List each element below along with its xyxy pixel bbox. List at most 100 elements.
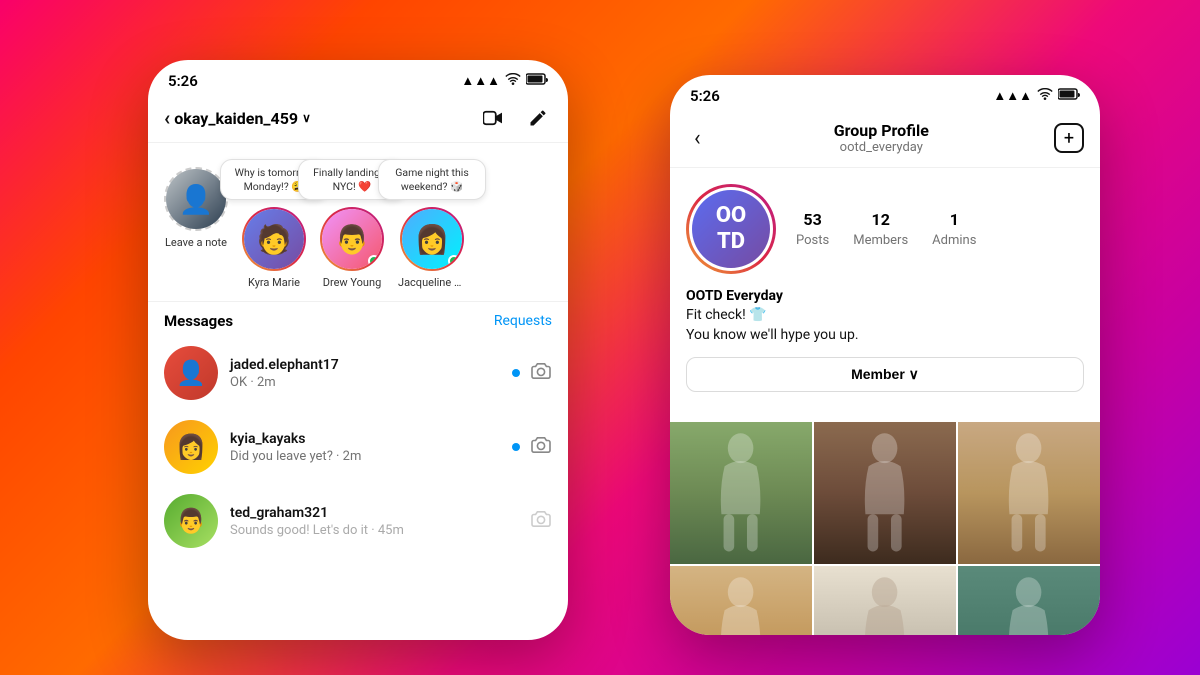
requests-link[interactable]: Requests	[494, 313, 552, 329]
bio-line1: Fit check! 👕	[686, 306, 1084, 326]
message-actions-kyia	[512, 435, 552, 459]
unread-dot-kyia	[512, 443, 520, 451]
online-indicator-drew	[368, 255, 380, 267]
signal-icon: ▲▲▲	[461, 73, 500, 89]
kyra-avatar: 🧑	[242, 207, 306, 271]
member-button[interactable]: Member ∨	[686, 357, 1084, 392]
group-avatar: OOTD	[689, 187, 773, 271]
photo-inner-2	[814, 422, 956, 564]
group-profile-header: ‹ Group Profile ootd_everyday +	[670, 111, 1100, 168]
photo-cell-2[interactable]	[814, 422, 956, 564]
message-content-kyia: kyia_kayaks Did you leave yet? · 2m	[230, 431, 500, 464]
status-icons-right: ▲▲▲	[993, 88, 1080, 104]
messages-title: Messages	[164, 312, 233, 330]
header-username-area[interactable]: ‹ okay_kaiden_459 ∨	[164, 106, 311, 130]
stat-members: 12 Members	[853, 210, 908, 248]
video-call-button[interactable]	[480, 104, 508, 132]
avatar-jaded: 👤	[164, 346, 218, 400]
chat-header: ‹ okay_kaiden_459 ∨	[148, 96, 568, 143]
messages-section: Messages Requests 👤 jaded.elephant17 OK …	[148, 302, 568, 558]
photo-cell-6[interactable]	[958, 566, 1100, 635]
status-bar-right: 5:26 ▲▲▲	[670, 75, 1100, 111]
bio-line2: You know we'll hype you up.	[686, 326, 1084, 346]
drew-avatar: 👨	[320, 207, 384, 271]
group-title-block: Group Profile ootd_everyday	[834, 121, 929, 155]
photo-cell-3[interactable]	[958, 422, 1100, 564]
message-item-kyia[interactable]: 👩 kyia_kayaks Did you leave yet? · 2m	[148, 410, 568, 484]
wifi-icon-right	[1037, 88, 1053, 104]
group-avatar-wrapper: OOTD	[686, 184, 776, 274]
photo-inner-6	[958, 566, 1100, 635]
group-display-name: OOTD Everyday	[686, 288, 1084, 304]
messages-header: Messages Requests	[148, 302, 568, 336]
photo-cell-4[interactable]	[670, 566, 812, 635]
status-bar-left: 5:26 ▲▲▲	[148, 60, 568, 96]
story-label-kyra: Kyra Marie	[248, 276, 300, 289]
wifi-icon	[505, 73, 521, 89]
photo-cell-5[interactable]	[814, 566, 956, 635]
story-label-jacqueline: Jacqueline Lam	[398, 276, 466, 289]
online-indicator-jacqueline	[448, 255, 460, 267]
photo-grid	[670, 422, 1100, 635]
status-icons-left: ▲▲▲	[461, 73, 548, 89]
note-jacqueline: Game night this weekend? 🎲	[378, 159, 486, 200]
time-left: 5:26	[168, 72, 198, 90]
back-button-group[interactable]: ‹	[686, 122, 709, 155]
group-profile-body: OOTD 53 Posts 12 Members 1 Admins	[670, 168, 1100, 422]
group-stats: 53 Posts 12 Members 1 Admins	[796, 210, 976, 248]
stories-row: 👤 Leave a note Why is tomorrow Monday!? …	[148, 143, 568, 302]
message-actions-ted	[530, 509, 552, 533]
photo-inner-4	[670, 566, 812, 635]
photo-inner-1	[670, 422, 812, 564]
message-item-ted[interactable]: 👨 ted_graham321 Sounds good! Let's do it…	[148, 484, 568, 558]
jacqueline-avatar: 👩	[400, 207, 464, 271]
photo-inner-3	[958, 422, 1100, 564]
unread-dot-jaded	[512, 369, 520, 377]
preview-ted: Sounds good! Let's do it · 45m	[230, 523, 518, 538]
header-username[interactable]: okay_kaiden_459	[174, 109, 298, 128]
username-kyia: kyia_kayaks	[230, 431, 500, 447]
message-content-ted: ted_graham321 Sounds good! Let's do it ·…	[230, 505, 518, 538]
preview-jaded: OK · 2m	[230, 375, 500, 390]
group-bio: OOTD Everyday Fit check! 👕 You know we'l…	[686, 288, 1084, 345]
admins-label: Admins	[932, 233, 976, 248]
photo-inner-5	[814, 566, 956, 635]
story-jacqueline[interactable]: Game night this weekend? 🎲 👩 Jacqueline …	[398, 207, 466, 289]
right-phone: 5:26 ▲▲▲ ‹ Group Profile ootd_everyday +	[670, 75, 1100, 635]
signal-icon-right: ▲▲▲	[993, 88, 1032, 104]
photo-cell-1[interactable]	[670, 422, 812, 564]
compose-button[interactable]	[524, 104, 552, 132]
battery-icon-right	[1058, 88, 1080, 104]
time-right: 5:26	[690, 87, 720, 105]
header-icons	[480, 104, 552, 132]
username-ted: ted_graham321	[230, 505, 518, 521]
group-title: Group Profile	[834, 121, 929, 140]
story-kyra[interactable]: Why is tomorrow Monday!? 😩 🧑 Kyra Marie	[242, 207, 306, 289]
stat-posts: 53 Posts	[796, 210, 829, 248]
members-count: 12	[853, 210, 908, 229]
story-drew[interactable]: Finally landing in NYC! ❤️ 👨 Drew Young	[320, 207, 384, 289]
left-phone: 5:26 ▲▲▲ ‹ okay_kaiden_459 ∨	[148, 60, 568, 640]
battery-icon	[526, 73, 548, 89]
add-button-group[interactable]: +	[1054, 123, 1084, 153]
story-self[interactable]: 👤 Leave a note	[164, 167, 228, 249]
group-subtitle: ootd_everyday	[834, 140, 929, 155]
stat-admins: 1 Admins	[932, 210, 976, 248]
message-content-jaded: jaded.elephant17 OK · 2m	[230, 357, 500, 390]
story-label-self: Leave a note	[165, 236, 227, 249]
back-arrow[interactable]: ‹	[164, 106, 170, 130]
camera-icon-jaded[interactable]	[530, 361, 552, 385]
message-actions-jaded	[512, 361, 552, 385]
story-label-drew: Drew Young	[323, 276, 382, 289]
username-jaded: jaded.elephant17	[230, 357, 500, 373]
add-note-avatar[interactable]: 👤	[164, 167, 228, 231]
preview-kyia: Did you leave yet? · 2m	[230, 449, 500, 464]
message-item-jaded[interactable]: 👤 jaded.elephant17 OK · 2m	[148, 336, 568, 410]
avatar-ted: 👨	[164, 494, 218, 548]
camera-icon-ted[interactable]	[530, 509, 552, 533]
group-info-row: OOTD 53 Posts 12 Members 1 Admins	[686, 184, 1084, 274]
members-label: Members	[853, 233, 908, 248]
admins-count: 1	[932, 210, 976, 229]
username-chevron: ∨	[302, 111, 311, 125]
camera-icon-kyia[interactable]	[530, 435, 552, 459]
